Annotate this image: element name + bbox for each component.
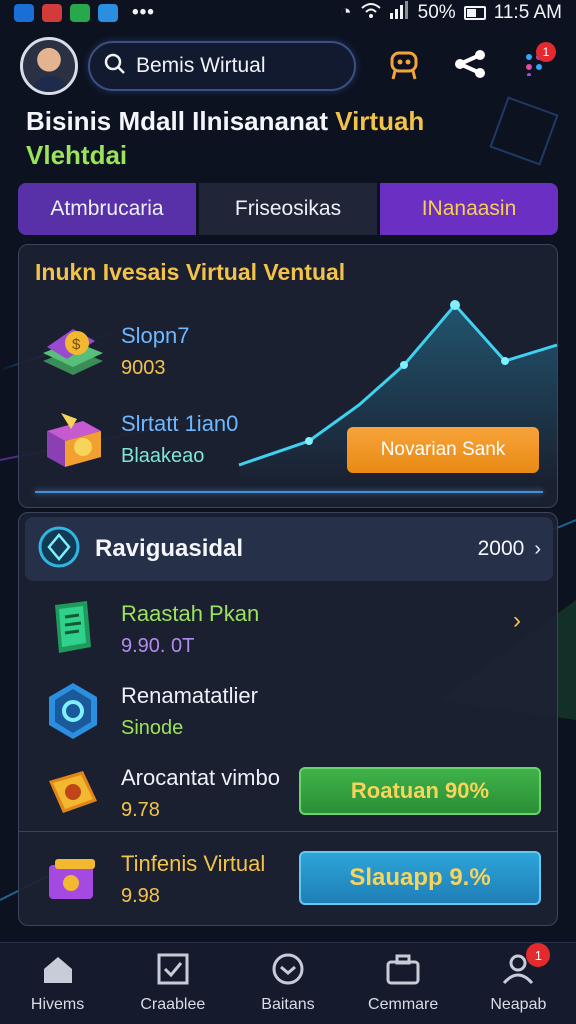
nav-label: Baitans [261,996,315,1013]
item-name: Slrtatt 1ian0 [121,410,239,436]
investment-card: Inukn Ivesais Virtual Ventual $ Slopn7 9… [18,244,558,508]
notification-badge: 1 [526,943,551,967]
list-item[interactable]: Raastah Pkan 9.90. 0T [37,597,259,661]
money-stack-icon: $ [37,319,109,383]
title-line2: Vlehtdai [26,140,128,170]
nav-label: Cemmare [368,996,439,1013]
coin-card-icon [37,761,109,825]
title-part: Bisinis Mdall [26,106,193,136]
share-button[interactable] [448,44,492,88]
chevron-circle-icon [270,953,306,990]
row-label: Arocantat vimbo [121,764,280,790]
investment-item[interactable]: Slrtatt 1ian0 Blaakeao [37,407,238,471]
row-value: 9.78 [121,798,160,821]
row-label: Renamatatlier [121,682,258,708]
list-card: Raviguasidal 2000 › Raastah Pkan 9.90. 0… [18,512,558,926]
app-notification-icon [42,4,62,22]
svg-text:$: $ [72,336,81,353]
row-value: Sinode [121,716,184,739]
notification-badge: 1 [536,42,556,62]
investment-action-button[interactable]: Novarian Sank [347,427,539,473]
battery-percent: 50% [417,2,456,23]
briefcase-icon [385,953,421,990]
document-icon [37,597,109,661]
page-title: Bisinis Mdall Ilnisananat Virtuah Vlehtd… [26,104,476,172]
divider [19,831,557,832]
tab-inanaasin[interactable]: INanaasin [380,183,558,235]
green-action-button[interactable]: Roatuan 90% [299,767,541,815]
row-label: Raastah Pkan [121,600,260,626]
list-item[interactable]: Arocantat vimbo 9.78 [37,761,280,825]
nav-item-profile[interactable]: Neapab 1 [468,943,568,1014]
treasure-box-icon [37,407,109,471]
list-card-total: 2000 [477,537,525,560]
title-part: Ilnisananat [192,106,336,136]
home-icon [40,953,76,990]
row-value: 9.98 [121,884,160,907]
wallet-icon [37,847,109,911]
list-item[interactable]: Renamatatlier Sinode [37,679,258,743]
battery-icon [463,6,486,20]
investment-card-title: Inukn Ivesais Virtual Ventual [35,259,346,285]
nav-item-checklist[interactable]: Craablee [123,953,223,1014]
list-item[interactable]: Tinfenis Virtual 9.98 [37,847,265,911]
hexagon-icon [37,679,109,743]
bot-button[interactable] [382,44,426,88]
row-value: 9.90. 0T [121,634,195,657]
title-part: Virtuah [335,106,425,136]
investment-item[interactable]: $ Slopn7 9003 [37,319,190,383]
tab-friseosikas[interactable]: Friseosikas [196,183,380,235]
alarm-icon: ◔ [340,2,352,23]
wifi-icon [360,1,382,25]
nav-label: Hivems [30,996,85,1013]
app-header: 1 [20,34,560,98]
chevron-right-icon[interactable]: › [513,607,521,635]
nav-label: Neapab [490,996,547,1013]
nav-label: Craablee [140,996,206,1013]
graph-baseline [35,491,543,493]
status-bar: ••• ◔ 50% 11:5 AM [0,0,576,26]
item-value: Blaakeao [121,444,205,467]
robot-icon [387,47,421,86]
tab-atmbrucaria[interactable]: Atmbrucaria [18,183,196,235]
blue-action-button[interactable]: Slauapp 9.% [299,851,541,905]
more-notifications-icon: ••• [132,2,155,23]
checkbox-icon [155,953,191,990]
signal-icon [389,1,410,25]
tab-bar: Atmbrucaria Friseosikas INanaasin [18,183,558,235]
apps-button[interactable]: 1 [514,42,558,88]
search-icon [104,53,126,80]
bottom-nav: Hivems Craablee Baitans Cemmare Neapab 1 [0,942,576,1024]
item-name: Slopn7 [121,322,190,348]
app-notification-icon [14,4,34,22]
chevron-right-icon: › [534,537,541,560]
notification-icons: ••• [14,2,155,24]
row-label: Tinfenis Virtual [121,850,266,876]
nav-item-home[interactable]: Hivems [8,953,108,1014]
app-notification-icon [98,4,118,22]
search-input[interactable] [136,54,336,78]
app-notification-icon [70,4,90,22]
list-card-title: Raviguasidal [95,535,244,562]
nav-item-commerce[interactable]: Cemmare [353,953,453,1014]
search-bar[interactable] [88,41,356,91]
shield-diamond-icon [37,525,81,574]
nav-item-buttons[interactable]: Baitans [238,953,338,1014]
share-icon [453,49,487,84]
avatar[interactable] [20,37,78,95]
item-value: 9003 [121,356,166,379]
list-card-header[interactable]: Raviguasidal 2000 › [25,517,553,581]
clock-time: 11:5 AM [493,2,562,23]
